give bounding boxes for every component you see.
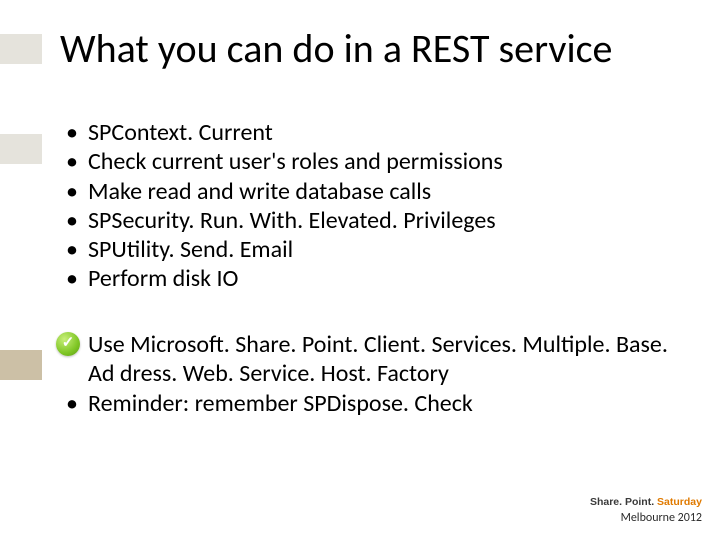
checkmark-icon: ✓ (56, 332, 80, 356)
bullet-item: Perform disk IO (60, 264, 680, 293)
bullet-item: SPUtility. Send. Email (60, 235, 680, 264)
bullet-item: Make read and write database calls (60, 177, 680, 206)
footer: Share. Point. Saturday Melbourne 2012 (590, 496, 702, 526)
bullet-list: SPContext. Current Check current user's … (60, 118, 680, 294)
footer-brand: Share. Point. Saturday (590, 496, 702, 509)
bullet-item: SPContext. Current (60, 118, 680, 147)
note-use: ✓ Use Microsoft. Share. Point. Client. S… (60, 330, 680, 389)
body-list-primary: SPContext. Current Check current user's … (60, 118, 680, 294)
decoration-bar-bottom (0, 350, 42, 380)
footer-brand-part2: Saturday (654, 496, 702, 508)
bullet-item: Check current user's roles and permissio… (60, 147, 680, 176)
note-use-text: Use Microsoft. Share. Point. Client. Ser… (88, 330, 668, 388)
reminder-list: Reminder: remember SPDispose. Check (60, 389, 680, 418)
footer-location: Melbourne 2012 (590, 511, 702, 526)
footer-brand-part1: Share. Point. (590, 496, 654, 508)
decoration-bar-top (0, 34, 42, 64)
slide-title: What you can do in a REST service (60, 24, 612, 73)
slide: What you can do in a REST service SPCont… (0, 0, 720, 540)
bullet-item: Reminder: remember SPDispose. Check (60, 389, 680, 418)
bullet-item: SPSecurity. Run. With. Elevated. Privile… (60, 206, 680, 235)
body-list-secondary: ✓ Use Microsoft. Share. Point. Client. S… (60, 330, 680, 418)
decoration-bar-middle (0, 134, 42, 164)
